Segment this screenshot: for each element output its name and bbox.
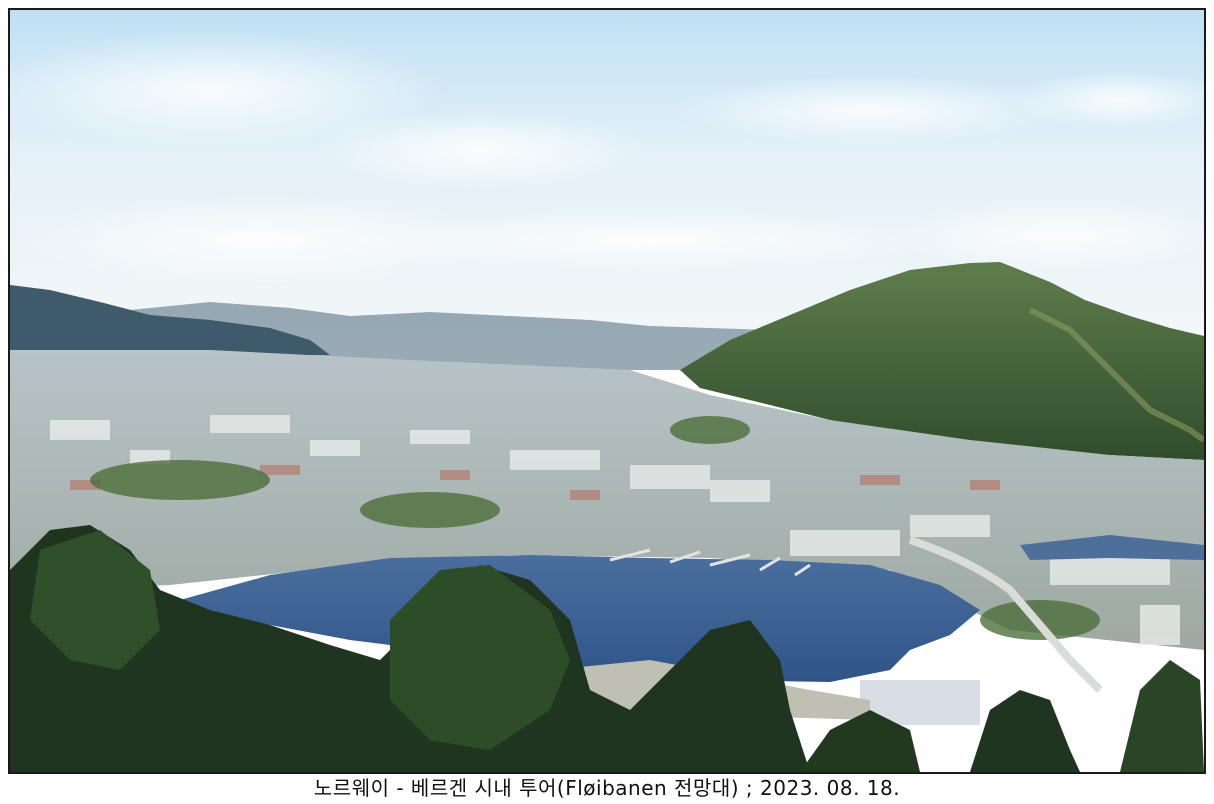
photo-frame [8, 8, 1206, 774]
foreground-trees-right [970, 690, 1080, 772]
photo-caption: 노르웨이 - 베르겐 시내 투어(Fløibanen 전망대) ; 2023. … [313, 776, 901, 800]
landscape-photo [10, 10, 1204, 772]
